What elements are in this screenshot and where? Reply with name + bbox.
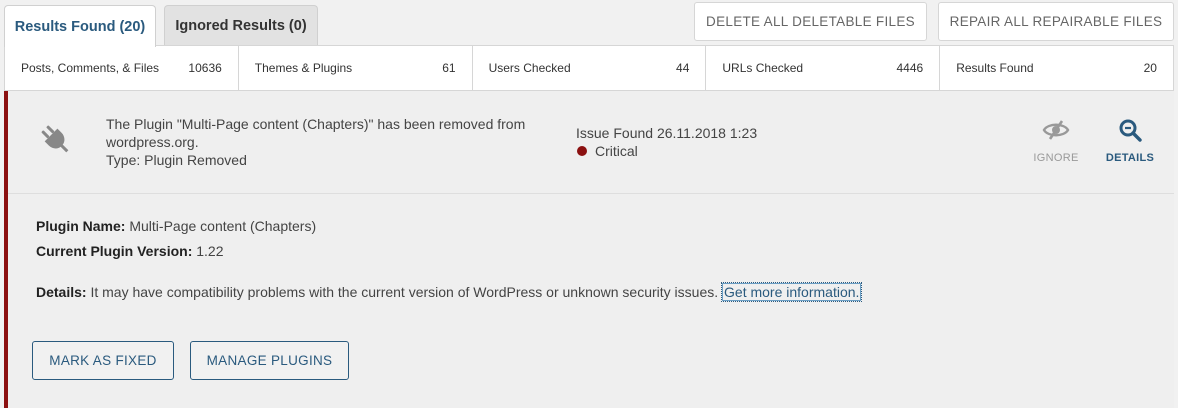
- stat-users-checked: Users Checked 44: [473, 46, 707, 90]
- issue-status: Issue Found 26.11.2018 1:23 Critical: [576, 124, 757, 160]
- plugin-version-row: Current Plugin Version: 1.22: [36, 242, 861, 267]
- severity-dot: [577, 146, 587, 156]
- issue-found-date: Issue Found 26.11.2018 1:23: [576, 125, 758, 141]
- manage-plugins-button[interactable]: MANAGE PLUGINS: [190, 341, 349, 380]
- details-button[interactable]: DETAILS: [1095, 118, 1165, 164]
- plugin-name-label: Plugin Name:: [36, 218, 126, 234]
- results-header: Results Found (20) Ignored Results (0) D…: [0, 0, 1178, 47]
- stat-value: 10636: [188, 61, 222, 75]
- stat-value: 20: [1143, 61, 1157, 75]
- stat-results-found: Results Found 20: [940, 46, 1173, 90]
- details-row: Details: It may have compatibility probl…: [36, 282, 863, 308]
- stat-value: 4446: [896, 61, 924, 75]
- stat-posts-comments-files: Posts, Comments, & Files 10636: [5, 46, 239, 90]
- stat-urls-checked: URLs Checked 4446: [706, 46, 941, 90]
- issue-details: Plugin Name: Multi-Page content (Chapter…: [36, 217, 863, 308]
- stat-label: Users Checked: [488, 61, 571, 75]
- stat-value: 61: [442, 61, 456, 75]
- tab-results-found[interactable]: Results Found (20): [4, 5, 156, 47]
- get-more-information-link[interactable]: Get more information.: [721, 282, 863, 302]
- scan-stats-bar: Posts, Comments, & Files 10636 Themes & …: [4, 45, 1174, 91]
- mark-as-fixed-button[interactable]: MARK AS FIXED: [32, 341, 174, 380]
- details-label: DETAILS: [1105, 152, 1155, 164]
- stat-value: 44: [676, 61, 690, 75]
- severity-label: Critical: [595, 143, 638, 159]
- plugin-version-value: 1.22: [196, 243, 224, 259]
- plug-icon: [41, 125, 69, 153]
- issue-summary: The Plugin "Multi-Page content (Chapters…: [8, 91, 1174, 194]
- details-text: It may have compatibility problems with …: [90, 284, 719, 300]
- search-icon: [1119, 119, 1142, 142]
- stat-label: Results Found: [956, 61, 1034, 75]
- severity: Critical: [576, 142, 757, 160]
- issue-message-block: The Plugin "Multi-Page content (Chapters…: [106, 115, 546, 169]
- ignore-label: IGNORE: [1033, 152, 1079, 164]
- issue-type: Type: Plugin Removed: [106, 152, 247, 168]
- issue-message: The Plugin "Multi-Page content (Chapters…: [106, 116, 526, 150]
- tab-ignored-results[interactable]: Ignored Results (0): [164, 5, 318, 46]
- details-label-text: Details:: [36, 284, 87, 300]
- stat-label: URLs Checked: [722, 61, 804, 75]
- issue-card: The Plugin "Multi-Page content (Chapters…: [4, 91, 1174, 408]
- stat-themes-plugins: Themes & Plugins 61: [239, 46, 473, 90]
- repair-all-repairable-files-button[interactable]: REPAIR ALL REPAIRABLE FILES: [938, 2, 1174, 41]
- plugin-name-row: Plugin Name: Multi-Page content (Chapter…: [36, 217, 861, 242]
- plugin-version-label: Current Plugin Version:: [36, 243, 193, 259]
- stat-label: Posts, Comments, & Files: [21, 61, 160, 75]
- ignore-button[interactable]: IGNORE: [1021, 118, 1091, 164]
- eye-slash-icon: [1042, 120, 1070, 140]
- plugin-name-value: Multi-Page content (Chapters): [129, 218, 317, 234]
- stat-label: Themes & Plugins: [254, 61, 353, 75]
- delete-all-deletable-files-button[interactable]: DELETE ALL DELETABLE FILES: [694, 2, 927, 41]
